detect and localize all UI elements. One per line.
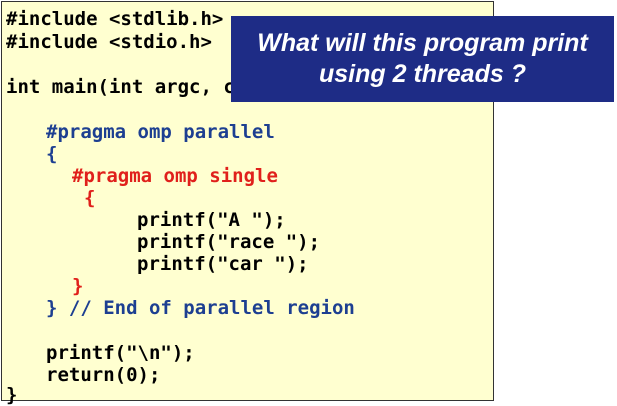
code-line-open-parallel-brace: { bbox=[46, 143, 58, 165]
code-line-pragma-single: #pragma omp single bbox=[72, 165, 278, 187]
code-line-printf-car: printf("car "); bbox=[137, 253, 309, 275]
code-line-printf-race: printf("race "); bbox=[137, 231, 321, 253]
code-line-printf-newline: printf("\n"); bbox=[46, 342, 195, 364]
code-line-return: return(0); bbox=[46, 364, 161, 386]
code-line-include-stdlib: #include <stdlib.h> bbox=[6, 8, 224, 30]
code-line-close-single-brace: } bbox=[72, 275, 84, 297]
code-line-include-stdio: #include <stdio.h> bbox=[6, 31, 212, 53]
code-line-close-parallel: } // End of parallel region bbox=[46, 297, 355, 319]
code-line-close-main-brace: } bbox=[6, 384, 18, 406]
callout-line-2: using 2 threads ? bbox=[319, 60, 526, 88]
code-line-open-single-brace: { bbox=[84, 187, 96, 209]
question-callout: What will this program print using 2 thr… bbox=[231, 16, 614, 102]
code-line-printf-a: printf("A "); bbox=[137, 209, 286, 231]
slide: #include <stdlib.h> #include <stdio.h> i… bbox=[0, 0, 617, 406]
callout-line-1: What will this program print bbox=[257, 29, 588, 57]
code-line-pragma-parallel: #pragma omp parallel bbox=[46, 121, 275, 143]
